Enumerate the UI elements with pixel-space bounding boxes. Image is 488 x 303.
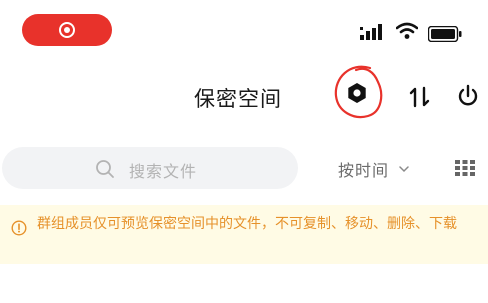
gear-icon xyxy=(348,83,366,103)
notice-text: 群组成员仅可预览保密空间中的文件，不可复制、移动、删除、下载 xyxy=(37,216,457,232)
status-bar xyxy=(0,0,488,50)
wifi-icon xyxy=(396,22,418,39)
sort-label: 按时间 xyxy=(338,161,390,180)
sort-arrows-icon[interactable] xyxy=(409,86,431,108)
signal-icon xyxy=(360,24,382,40)
search-icon xyxy=(96,160,114,178)
screen-recording-indicator[interactable] xyxy=(22,14,112,46)
settings-button[interactable] xyxy=(330,62,384,122)
search-placeholder: 搜索文件 xyxy=(129,162,198,181)
info-circle-icon xyxy=(11,220,27,236)
page-title: 保密空间 xyxy=(194,87,282,111)
notice-banner: 群组成员仅可预览保密空间中的文件，不可复制、移动、删除、下载 xyxy=(0,205,488,264)
chevron-down-icon xyxy=(399,165,409,172)
battery-icon xyxy=(428,26,462,42)
power-icon[interactable] xyxy=(457,84,479,108)
grid-view-icon[interactable] xyxy=(455,160,475,176)
record-icon xyxy=(59,22,75,38)
search-input[interactable]: 搜索文件 xyxy=(2,147,298,189)
sort-dropdown[interactable]: 按时间 xyxy=(338,156,409,182)
